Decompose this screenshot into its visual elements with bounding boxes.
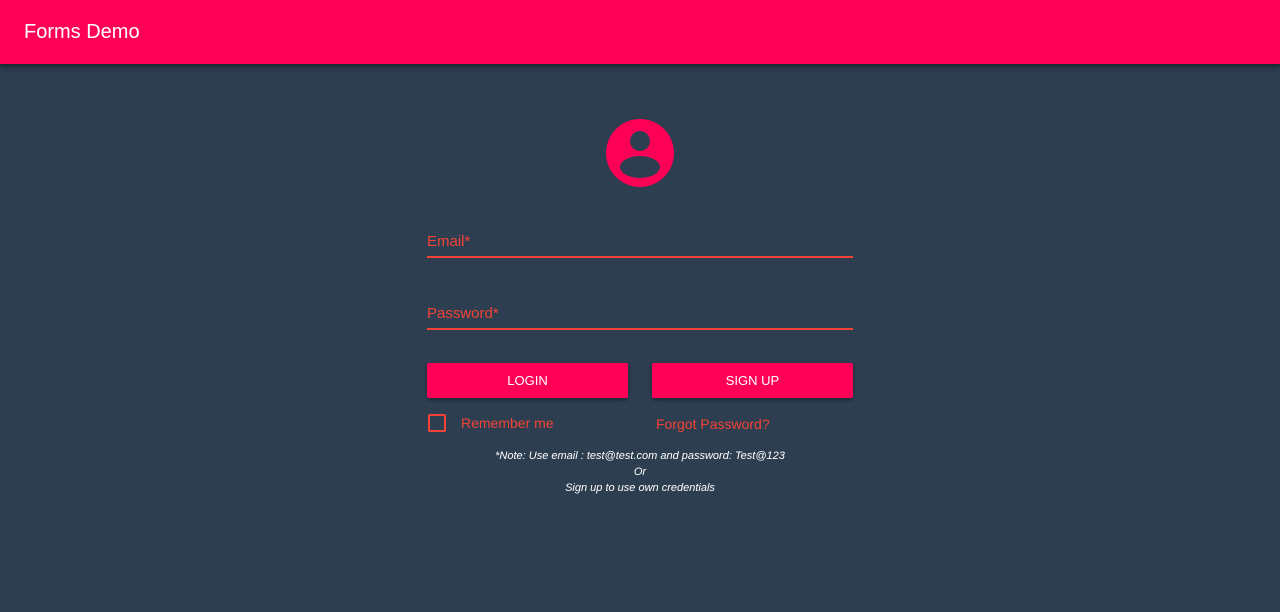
note-line-3: Sign up to use own credentials	[565, 482, 715, 494]
note-line-1: *Note: Use email : test@test.com and pas…	[495, 450, 785, 462]
note-line-2: Or	[633, 466, 647, 478]
account-circle-icon	[606, 119, 674, 187]
app-title: Forms Demo	[24, 20, 140, 43]
password-input[interactable]	[427, 300, 853, 328]
email-field[interactable]: Email*	[427, 228, 853, 258]
remember-me-label: Remember me	[461, 415, 554, 431]
credentials-note: *Note: Use email : test@test.com and pas…	[427, 448, 853, 496]
remember-me[interactable]: Remember me	[428, 414, 554, 432]
remember-me-checkbox[interactable]	[428, 414, 446, 432]
password-field[interactable]: Password*	[427, 300, 853, 330]
app-toolbar: Forms Demo	[0, 0, 1280, 64]
forgot-password-link[interactable]: Forgot Password?	[656, 416, 770, 432]
email-input[interactable]	[427, 228, 853, 256]
login-button[interactable]: LOGIN	[427, 363, 628, 398]
signup-button[interactable]: SIGN UP	[652, 363, 853, 398]
